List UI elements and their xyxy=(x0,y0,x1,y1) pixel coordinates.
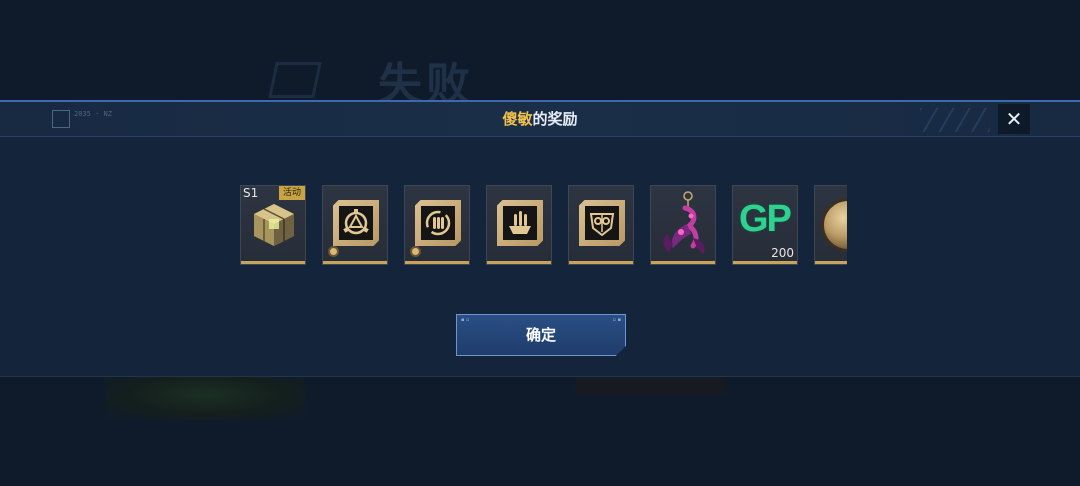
emblem-plate xyxy=(579,200,625,246)
reward-list: S1 活动 GP 200 xyxy=(240,185,847,267)
reward-item-triangle-emblem[interactable] xyxy=(322,185,388,265)
reward-item-gp-currency[interactable]: GP 200 xyxy=(732,185,798,265)
player-name: 傻敏 xyxy=(502,110,533,128)
confirm-label: 确定 xyxy=(525,326,556,344)
gp-icon: GP xyxy=(739,198,792,240)
header-decoration xyxy=(920,108,990,132)
triangle-emblem-icon xyxy=(343,209,369,235)
title-suffix: 的奖励 xyxy=(532,110,578,128)
bullets-icon xyxy=(509,211,531,234)
confirm-button[interactable]: ▪ ▫ ▫ ▪ 确定 xyxy=(456,314,626,356)
gold-cube-icon xyxy=(254,204,294,246)
ammo-cycle-icon xyxy=(425,210,451,236)
dialog-header: 2035 · NZ 傻敏的奖励 ✕ xyxy=(0,102,1080,137)
close-button[interactable]: ✕ xyxy=(998,104,1030,134)
button-decoration-right: ▫ ▪ xyxy=(612,317,621,323)
dialog-title: 傻敏的奖励 xyxy=(0,102,1080,136)
emblem-plate xyxy=(415,200,461,246)
reward-item-scorpion-charm[interactable] xyxy=(650,185,716,265)
reward-item-ammo-rounds[interactable] xyxy=(486,185,552,265)
mask-emblem-icon xyxy=(589,213,615,237)
scorpion-charm-icon xyxy=(663,191,705,254)
gear-icon xyxy=(410,246,421,257)
reward-item-mask-emblem[interactable] xyxy=(568,185,634,265)
emblem-plate xyxy=(333,200,379,246)
reward-dialog: 2035 · NZ 傻敏的奖励 ✕ S1 活动 GP 200 ▪ ▫ ▫ ▪ 确… xyxy=(0,100,1080,377)
item-quantity: 200 xyxy=(771,246,794,260)
reward-item-ammo-cycle[interactable] xyxy=(404,185,470,265)
season-label: S1 xyxy=(243,186,259,200)
reward-item-cube[interactable]: S1 活动 xyxy=(240,185,306,265)
event-badge: 活动 xyxy=(279,186,305,200)
background-map-thumbnail xyxy=(105,370,305,420)
emblem-plate xyxy=(497,200,543,246)
reward-item-coin[interactable] xyxy=(814,185,847,265)
button-decoration-left: ▪ ▫ xyxy=(461,317,470,323)
close-icon: ✕ xyxy=(1005,107,1023,131)
coin-icon xyxy=(821,198,847,252)
background-badge-icon xyxy=(268,62,322,98)
gear-icon xyxy=(328,246,339,257)
